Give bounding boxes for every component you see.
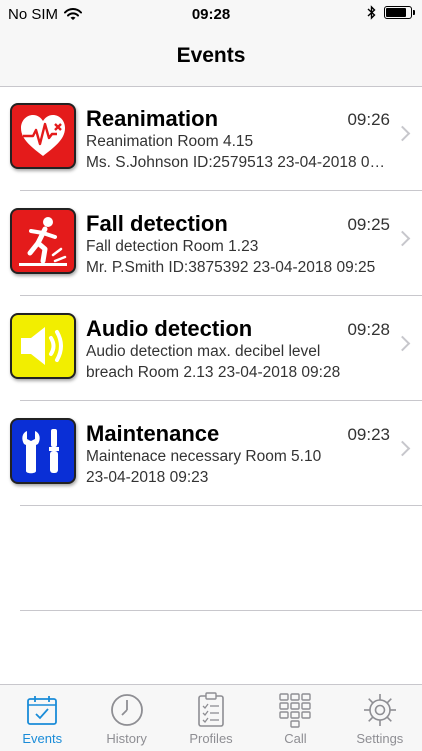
gear-icon <box>362 692 398 728</box>
event-description: Fall detection Room 1.23 <box>86 238 259 255</box>
chevron-right-icon <box>394 230 411 247</box>
tab-bar: Events History Profiles Call Settings <box>0 684 422 751</box>
tab-events[interactable]: Events <box>0 685 84 751</box>
clock: 09:28 <box>191 6 231 23</box>
tab-profiles[interactable]: Profiles <box>169 685 253 751</box>
event-time: 09:23 <box>347 425 390 444</box>
chevron-right-icon <box>394 335 411 352</box>
event-row-audio-detection[interactable]: Audio detection 09:28 Audio detection ma… <box>0 296 422 401</box>
page-title: Events <box>176 44 246 67</box>
tab-label: Call <box>284 731 307 746</box>
empty-list-row <box>0 506 422 611</box>
battery-icon <box>384 6 415 19</box>
heart-ecg-icon <box>10 103 76 169</box>
events-list: Reanimation 09:26 Reanimation Room 4.15 … <box>0 86 422 611</box>
tab-label: Events <box>22 731 63 746</box>
event-row-reanimation[interactable]: Reanimation 09:26 Reanimation Room 4.15 … <box>0 86 422 191</box>
chevron-right-icon <box>394 125 411 142</box>
event-time: 09:25 <box>347 215 390 234</box>
chevron-right-icon <box>394 440 411 457</box>
event-description: Maintenace necessary Room 5.10 <box>86 448 322 465</box>
event-title: Reanimation <box>86 106 219 131</box>
clipboard-icon <box>195 692 227 728</box>
bluetooth-icon <box>367 5 376 20</box>
event-title: Audio detection <box>86 316 253 341</box>
navigation-bar: Events <box>0 30 422 87</box>
event-description: Reanimation Room 4.15 <box>86 133 254 150</box>
clock-icon <box>109 692 145 728</box>
falling-person-icon <box>10 208 76 274</box>
event-time: 09:26 <box>347 110 390 129</box>
status-bar: No SIM 09:28 <box>0 0 422 30</box>
tab-settings[interactable]: Settings <box>338 685 422 751</box>
tab-label: Profiles <box>189 731 233 746</box>
event-title: Fall detection <box>86 211 228 236</box>
tools-icon <box>10 418 76 484</box>
event-details: Mr. P.Smith ID:3875392 23-04-2018 09:25 <box>86 259 376 276</box>
tab-label: History <box>106 731 147 746</box>
tab-call[interactable]: Call <box>253 685 337 751</box>
event-time: 09:28 <box>347 320 390 339</box>
event-description: Audio detection max. decibel level <box>86 343 321 360</box>
calendar-check-icon <box>25 692 59 728</box>
speaker-icon <box>10 313 76 379</box>
event-row-fall-detection[interactable]: Fall detection 09:25 Fall detection Room… <box>0 191 422 296</box>
tab-label: Settings <box>356 731 404 746</box>
event-details: breach Room 2.13 23-04-2018 09:28 <box>86 364 341 381</box>
event-details: 23-04-2018 09:23 <box>86 469 209 486</box>
event-row-maintenance[interactable]: Maintenance 09:23 Maintenace necessary R… <box>0 401 422 506</box>
tab-history[interactable]: History <box>84 685 168 751</box>
event-title: Maintenance <box>86 421 220 446</box>
event-details: Ms. S.Johnson ID:2579513 23-04-2018 09:2… <box>86 154 386 171</box>
keypad-icon <box>278 692 312 728</box>
